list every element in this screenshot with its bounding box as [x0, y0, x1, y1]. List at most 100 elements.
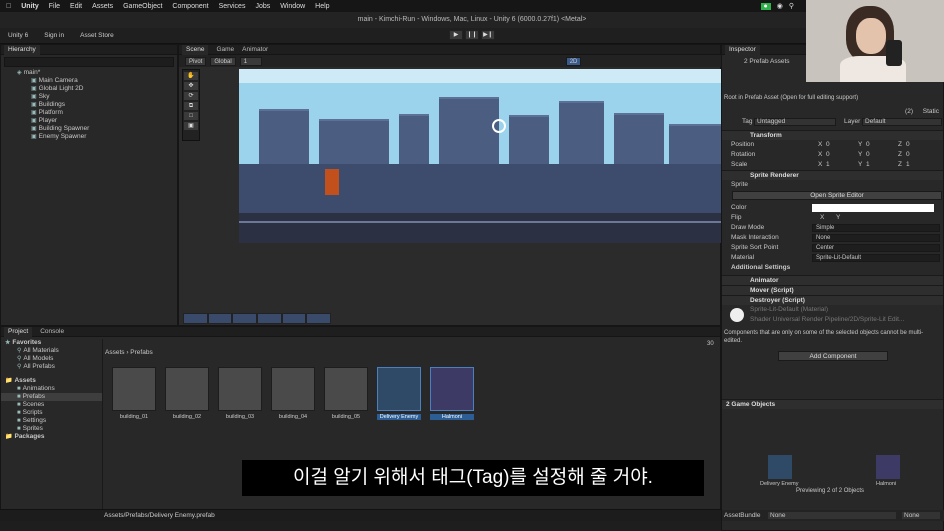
overlay-button[interactable]	[233, 314, 257, 323]
folder-item[interactable]: ■ Sprites	[1, 425, 102, 433]
global-dropdown[interactable]: Global	[210, 56, 236, 66]
destroyer-header[interactable]: Destroyer (Script)	[722, 295, 943, 305]
asset-item-selected[interactable]: Halmoni	[430, 367, 474, 420]
menu-window[interactable]: Window	[280, 3, 305, 10]
position-y[interactable]: 0	[866, 140, 870, 150]
open-sprite-editor-button[interactable]: Open Sprite Editor	[732, 191, 942, 200]
pivot-dropdown[interactable]: Pivot	[185, 56, 207, 66]
folder-item-selected[interactable]: ■ Prefabs	[1, 393, 102, 401]
position-x[interactable]: 0	[826, 140, 830, 150]
scale-x[interactable]: 1	[826, 160, 830, 170]
layer-dropdown[interactable]: Default	[862, 118, 942, 126]
shader-dropdown[interactable]: Universal Render Pipeline/2D/Sprite-Lit	[773, 316, 886, 323]
grid-size-input[interactable]: 1	[239, 56, 262, 66]
sign-in-button[interactable]: Sign in	[40, 31, 68, 40]
tab-console[interactable]: Console	[40, 328, 64, 335]
shader-edit-button[interactable]: Edit...	[888, 316, 905, 323]
hierarchy-item[interactable]: ▣ Player	[1, 117, 177, 125]
menu-gameobject[interactable]: GameObject	[123, 3, 162, 10]
menu-services[interactable]: Services	[219, 3, 246, 10]
asset-item[interactable]: building_02	[165, 367, 209, 420]
scene-viewport[interactable]	[239, 69, 722, 243]
menu-edit[interactable]: Edit	[70, 3, 82, 10]
tab-inspector[interactable]: Inspector	[725, 44, 760, 55]
camera-icon[interactable]: ●	[760, 2, 771, 10]
player-sprite[interactable]	[325, 169, 339, 195]
hierarchy-item[interactable]: ▣ Building Spawner	[1, 125, 177, 133]
scale-z[interactable]: 1	[906, 160, 910, 170]
overlay-button[interactable]	[184, 314, 207, 323]
tab-game[interactable]: Game	[216, 46, 234, 53]
menu-component[interactable]: Component	[172, 3, 208, 10]
pause-icon[interactable]: ❙❙	[465, 30, 479, 40]
asset-item-selected[interactable]: Delivery Enemy	[377, 367, 421, 420]
asset-item[interactable]: building_04	[271, 367, 315, 420]
global-light-icon[interactable]	[492, 119, 506, 133]
static-toggle[interactable]: Static	[923, 107, 939, 117]
account-button[interactable]: Unity 6	[4, 31, 32, 40]
additional-settings[interactable]: Additional Settings	[722, 263, 943, 273]
mask-dropdown[interactable]: None	[812, 234, 940, 242]
transform-header[interactable]: Transform	[722, 130, 943, 140]
menu-assets[interactable]: Assets	[92, 3, 113, 10]
rotation-z[interactable]: 0	[906, 150, 910, 160]
favorite-item[interactable]: ⚲ All Prefabs	[1, 363, 102, 371]
position-z[interactable]: 0	[906, 140, 910, 150]
hierarchy-item[interactable]: ▣ Sky	[1, 93, 177, 101]
tab-project[interactable]: Project	[4, 326, 33, 337]
rotation-y[interactable]: 0	[866, 150, 870, 160]
move-tool-icon[interactable]: ✥	[184, 82, 198, 90]
breadcrumb-prefabs[interactable]: Prefabs	[130, 349, 152, 356]
animator-header[interactable]: Animator	[722, 275, 943, 285]
wifi-icon[interactable]: ◉	[777, 2, 783, 10]
hierarchy-item[interactable]: ▣ Buildings	[1, 101, 177, 109]
sprite-renderer-header[interactable]: Sprite Renderer	[722, 170, 943, 180]
hierarchy-search-input[interactable]	[4, 57, 174, 67]
overlay-button[interactable]	[307, 314, 331, 323]
mover-header[interactable]: Mover (Script)	[722, 285, 943, 295]
asset-item[interactable]: building_03	[218, 367, 262, 420]
menu-file[interactable]: File	[49, 3, 60, 10]
asset-item[interactable]: building_01	[112, 367, 156, 420]
rect-tool-icon[interactable]: □	[184, 112, 198, 120]
step-icon[interactable]: ▶❙	[481, 30, 495, 40]
overlay-button[interactable]	[208, 314, 232, 323]
scene-root[interactable]: ◈ main*	[1, 69, 177, 77]
scale-tool-icon[interactable]: ⧉	[184, 102, 198, 110]
assets-folder[interactable]: 📁 Assets	[1, 377, 102, 385]
folder-item[interactable]: ■ Animations	[1, 385, 102, 393]
hierarchy-item[interactable]: ▣ Enemy Spawner	[1, 133, 177, 141]
hierarchy-item[interactable]: ▣ Main Camera	[1, 77, 177, 85]
asset-store-button[interactable]: Asset Store	[76, 31, 118, 40]
draw-mode-dropdown[interactable]: Simple	[812, 224, 940, 232]
folder-item[interactable]: ■ Scenes	[1, 401, 102, 409]
assetbundle-dropdown[interactable]: None	[768, 512, 896, 519]
favorite-item[interactable]: ⚲ All Materials	[1, 347, 102, 355]
folder-item[interactable]: ■ Settings	[1, 417, 102, 425]
breadcrumb-assets[interactable]: Assets	[105, 349, 125, 356]
overlay-button[interactable]	[258, 314, 281, 323]
tab-scene[interactable]: Scene	[182, 44, 209, 55]
menu-help[interactable]: Help	[315, 3, 329, 10]
add-component-button[interactable]: Add Component	[778, 351, 888, 361]
sort-point-dropdown[interactable]: Center	[812, 244, 940, 252]
hand-tool-icon[interactable]: ✋	[184, 72, 198, 80]
color-swatch[interactable]	[812, 204, 934, 212]
search-icon[interactable]: ⚲	[789, 2, 794, 10]
menu-jobs[interactable]: Jobs	[255, 3, 270, 10]
play-icon[interactable]: ▶	[449, 30, 463, 40]
rotate-tool-icon[interactable]: ⟳	[184, 92, 198, 100]
app-menu[interactable]: Unity	[21, 3, 39, 10]
assetbundle-variant-dropdown[interactable]: None	[902, 512, 940, 519]
packages-folder[interactable]: 📁 Packages	[1, 433, 102, 441]
2d-toggle[interactable]: 2D	[565, 56, 582, 66]
favorites-folder[interactable]: ★ Favorites	[1, 339, 102, 347]
overlay-button[interactable]	[282, 314, 306, 323]
tab-hierarchy[interactable]: Hierarchy	[4, 44, 40, 55]
tag-dropdown[interactable]: Untagged	[754, 118, 836, 126]
hierarchy-item[interactable]: ▣ Global Light 2D	[1, 85, 177, 93]
asset-item[interactable]: building_05	[324, 367, 368, 420]
folder-item[interactable]: ■ Scripts	[1, 409, 102, 417]
favorite-item[interactable]: ⚲ All Models	[1, 355, 102, 363]
hierarchy-item[interactable]: ▣ Platform	[1, 109, 177, 117]
